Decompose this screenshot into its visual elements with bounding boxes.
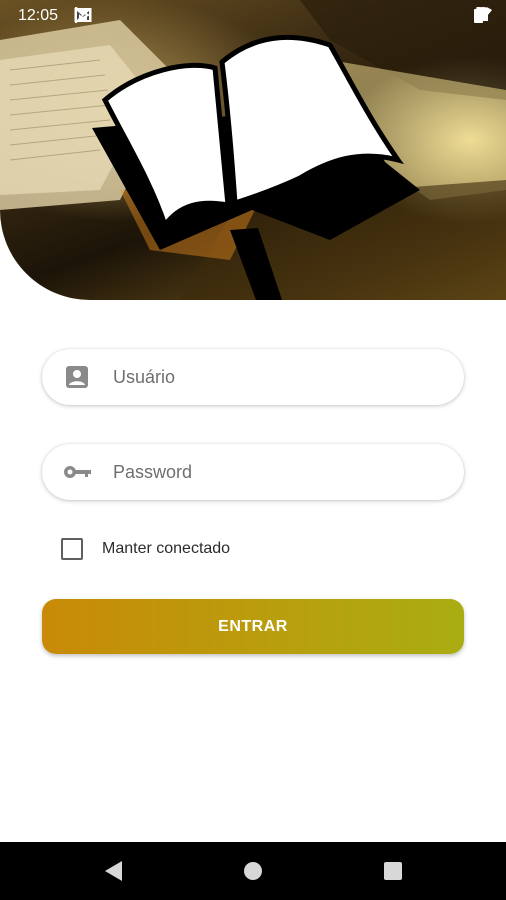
bible-illustration bbox=[0, 0, 506, 300]
keep-connected-label: Manter conectado bbox=[102, 540, 231, 557]
status-time: 12:05 bbox=[18, 7, 59, 24]
login-button[interactable]: ENTRAR bbox=[42, 599, 464, 654]
keep-connected-checkbox[interactable] bbox=[61, 538, 83, 560]
password-field[interactable] bbox=[42, 444, 464, 500]
account-box-icon bbox=[65, 365, 89, 389]
navigation-bar bbox=[0, 842, 506, 900]
back-icon[interactable] bbox=[104, 860, 124, 887]
header-image: 12:05 bbox=[0, 0, 506, 300]
username-field[interactable] bbox=[42, 349, 464, 405]
recents-icon[interactable] bbox=[384, 862, 402, 885]
home-icon[interactable] bbox=[244, 862, 262, 885]
password-input[interactable] bbox=[111, 460, 435, 484]
username-input[interactable] bbox=[111, 365, 435, 389]
key-icon bbox=[63, 460, 91, 484]
keep-connected-row[interactable]: Manter conectado bbox=[61, 538, 230, 560]
status-bar: 12:05 bbox=[0, 0, 506, 32]
